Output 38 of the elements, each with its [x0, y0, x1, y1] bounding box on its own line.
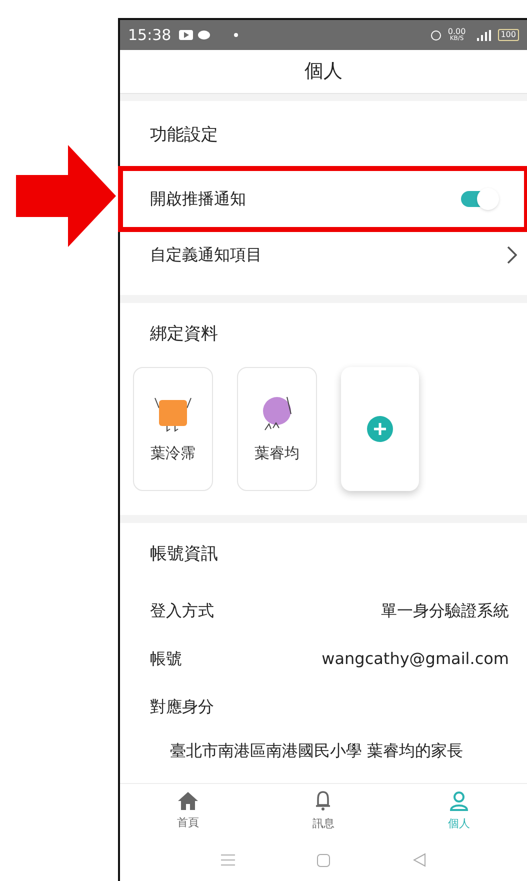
page-title: 個人: [304, 59, 342, 84]
battery-indicator: 100: [498, 29, 519, 41]
signal-icon: [476, 30, 492, 40]
info-value: wangcathy@gmail.com: [322, 648, 509, 670]
clock-text: 15:38: [128, 24, 172, 46]
nav-tab[interactable]: 訊息: [288, 790, 358, 833]
pointing-arrow-icon: [16, 145, 116, 247]
identity-text: 臺北市南港區南港國民小學 葉睿均的家長: [170, 740, 464, 762]
profile-card[interactable]: 葉泠霈: [133, 367, 213, 491]
row-label: 自定義通知項目: [150, 244, 262, 266]
dot-icon: [234, 33, 238, 37]
chevron-right-icon: [507, 246, 517, 264]
net-speed-text: 0.00: [448, 28, 466, 36]
profile-name: 葉泠霈: [150, 442, 196, 464]
chat-icon: [198, 30, 210, 40]
home-icon: [176, 791, 199, 812]
nav-tab[interactable]: 首頁: [152, 791, 223, 832]
info-label: 登入方式: [150, 600, 214, 622]
menu-icon[interactable]: [221, 854, 236, 866]
toggle-switch[interactable]: [461, 191, 497, 207]
info-label: 對應身分: [150, 696, 214, 718]
person-icon: [448, 790, 470, 812]
profile-card[interactable]: 葉睿均: [237, 367, 317, 491]
section-title: 綁定資料: [149, 323, 219, 346]
info-value: 單一身分驗證系統: [381, 600, 509, 622]
settings-row[interactable]: 自定義通知項目: [150, 227, 497, 283]
notification-toggle-row[interactable]: 開啟推播通知: [123, 171, 524, 227]
add-profile-card[interactable]: [341, 367, 419, 491]
section-title: 帳號資訊: [150, 543, 219, 566]
profile-name: 葉睿均: [254, 442, 300, 464]
section-title: 功能設定: [150, 124, 219, 148]
alarm-icon: [430, 29, 442, 41]
video-icon: [179, 30, 194, 40]
row-label: 開啟推播通知: [150, 188, 246, 210]
back-icon[interactable]: [412, 853, 426, 867]
add-icon: [367, 416, 393, 442]
info-label: 帳號: [150, 648, 182, 670]
home-button-icon[interactable]: [317, 854, 330, 866]
